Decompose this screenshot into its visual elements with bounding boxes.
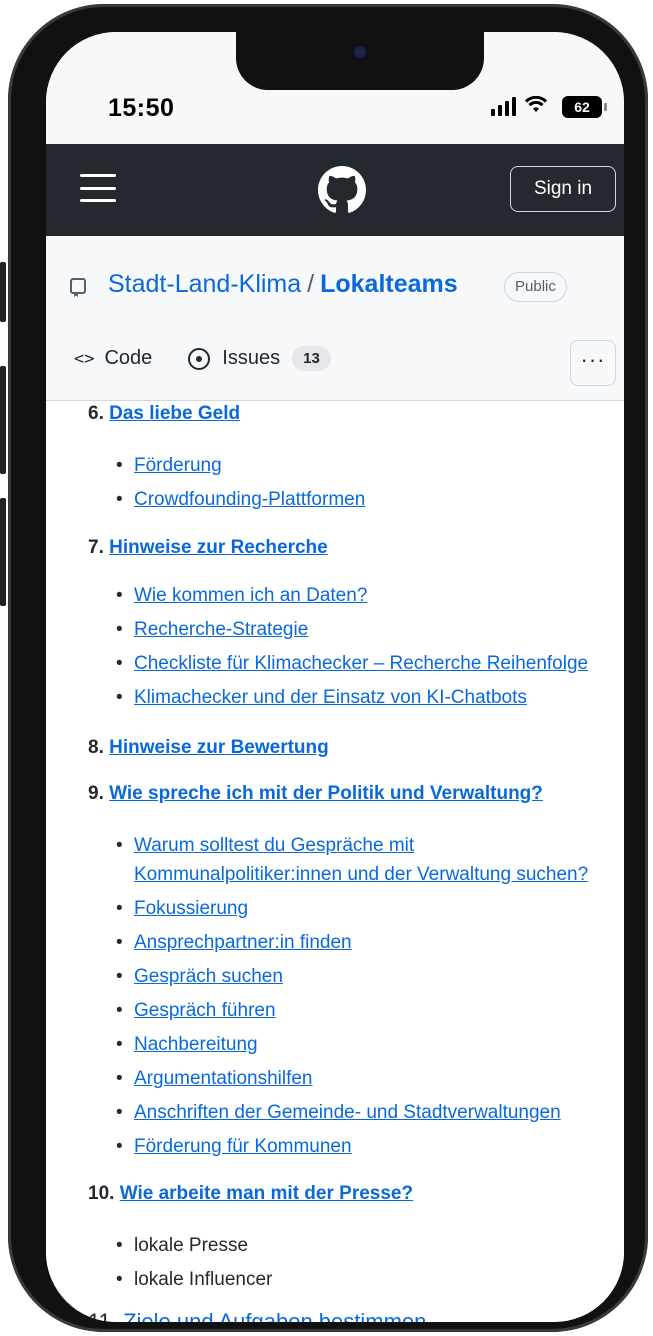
bullet: • (116, 619, 123, 640)
volume-up-button (0, 366, 6, 474)
section-9-link[interactable]: Wie spreche ich mit der Politik und Verw… (109, 783, 543, 804)
tab-issues[interactable]: Issues 13 (152, 346, 331, 371)
section-11: 11. Ziele und Aufgaben bestimmen (88, 1309, 426, 1322)
bullet: • (116, 489, 123, 510)
bullet: • (116, 1136, 123, 1157)
section-6: 6. Das liebe Geld (88, 403, 240, 425)
list-item[interactable]: Argumentationshilfen (134, 1068, 313, 1090)
github-logo-icon[interactable] (318, 166, 366, 214)
volume-down-button (0, 498, 6, 606)
section-6-link[interactable]: Das liebe Geld (109, 403, 240, 424)
bullet: • (116, 898, 123, 919)
sign-in-button[interactable]: Sign in (510, 166, 616, 212)
list-item[interactable]: Klimachecker und der Einsatz von KI-Chat… (134, 687, 527, 709)
repo-separator: / (307, 270, 315, 298)
list-item[interactable]: Wie kommen ich an Daten? (134, 585, 367, 607)
list-item[interactable]: Checkliste für Klimachecker – Recherche … (134, 653, 588, 675)
repo-title: Stadt-Land-Klima / Lokalteams (108, 270, 458, 299)
repo-name-link[interactable]: Lokalteams (320, 270, 458, 298)
section-number: 10. (88, 1183, 115, 1204)
tab-issues-label: Issues (222, 347, 281, 369)
list-item[interactable]: Förderung (134, 455, 222, 477)
code-icon: <> (74, 348, 95, 369)
bullet: • (116, 455, 123, 476)
notch (236, 32, 484, 90)
list-item[interactable]: Anschriften der Gemeinde- und Stadtverwa… (134, 1102, 561, 1124)
battery-icon: 62 (562, 96, 607, 118)
bullet: • (116, 653, 123, 674)
repo-tabs: <> Code Issues 13 (74, 346, 331, 371)
phone-frame: 15:50 62 Sign in Stadt-Land-Klima / Lokalt… (0, 4, 648, 1332)
status-time: 15:50 (108, 94, 175, 122)
section-11-link[interactable]: Ziele und Aufgaben bestimmen (123, 1309, 426, 1322)
section-10: 10. Wie arbeite man mit der Presse? (88, 1183, 413, 1205)
section-number: 7. (88, 537, 104, 558)
bullet: • (116, 1269, 123, 1290)
tab-code-label: Code (104, 347, 153, 369)
list-item[interactable]: Nachbereitung (134, 1034, 258, 1056)
menu-icon[interactable] (80, 174, 116, 202)
section-number: 11. (88, 1309, 117, 1322)
issues-counter: 13 (292, 346, 331, 371)
github-header: Sign in (46, 144, 624, 236)
list-item[interactable]: Fokussierung (134, 898, 248, 920)
tab-code[interactable]: <> Code (74, 347, 152, 370)
bullet: • (116, 1000, 123, 1021)
list-item[interactable]: Gespräch suchen (134, 966, 283, 988)
section-10-link[interactable]: Wie arbeite man mit der Presse? (120, 1183, 413, 1204)
bullet: • (116, 835, 123, 856)
list-item: lokale Presse (134, 1235, 249, 1256)
screen: 15:50 62 Sign in Stadt-Land-Klima / Lokalt… (46, 32, 624, 1322)
bullet: • (116, 932, 123, 953)
bullet: • (116, 1034, 123, 1055)
bullet: • (116, 585, 123, 606)
signal-icon (491, 96, 516, 116)
section-number: 8. (88, 737, 104, 758)
list-item[interactable]: Ansprechpartner:in finden (134, 932, 352, 954)
list-item[interactable]: Crowdfounding-Plattformen (134, 489, 365, 511)
visibility-badge: Public (504, 272, 567, 302)
section-number: 6. (88, 403, 104, 424)
list-item[interactable]: Warum solltest du Gespräche mit (134, 835, 414, 857)
mute-switch (0, 262, 6, 322)
list-item-continued[interactable]: Kommunalpolitiker:innen und der Verwaltu… (134, 864, 588, 886)
bullet: • (116, 966, 123, 987)
issue-icon (188, 347, 211, 370)
list-item[interactable]: Gespräch führen (134, 1000, 276, 1022)
bullet: • (116, 1068, 123, 1089)
list-item[interactable]: Förderung für Kommunen (134, 1136, 352, 1158)
section-9: 9. Wie spreche ich mit der Politik und V… (88, 783, 543, 805)
section-7: 7. Hinweise zur Recherche (88, 537, 328, 559)
repo-owner-link[interactable]: Stadt-Land-Klima (108, 270, 301, 298)
repo-icon (70, 278, 86, 298)
list-item[interactable]: Recherche-Strategie (134, 619, 308, 641)
wifi-icon (524, 94, 548, 120)
camera-icon (354, 46, 366, 58)
bullet: • (116, 1235, 123, 1256)
section-8: 8. Hinweise zur Bewertung (88, 737, 329, 759)
section-number: 9. (88, 783, 104, 804)
readme-content: 6. Das liebe Geld • Förderung • Crowdfound… (46, 401, 624, 1322)
repo-header: Stadt-Land-Klima / Lokalteams Public <> Co… (46, 236, 624, 401)
bullet: • (116, 687, 123, 708)
list-item: lokale Influencer (134, 1269, 273, 1290)
section-8-link[interactable]: Hinweise zur Bewertung (109, 737, 329, 758)
section-7-link[interactable]: Hinweise zur Recherche (109, 537, 328, 558)
bullet: • (116, 1102, 123, 1123)
more-options-button[interactable]: ··· (570, 340, 616, 386)
